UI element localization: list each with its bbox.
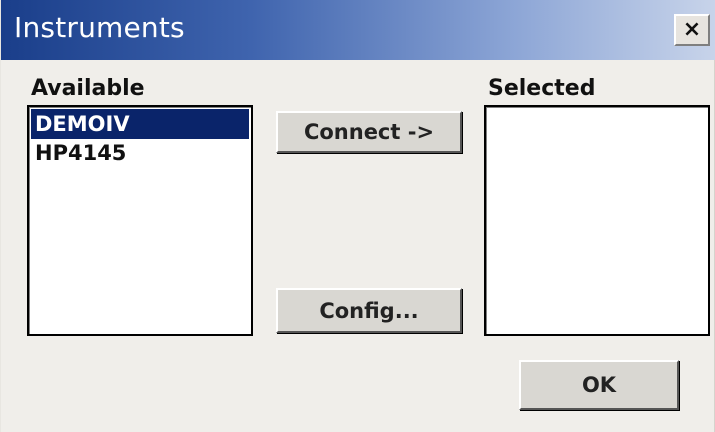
connect-button[interactable]: Connect -> (276, 111, 462, 153)
window-title: Instruments (14, 11, 185, 44)
instruments-dialog: Instruments × Available Selected DEMOIV … (0, 0, 715, 432)
list-item-demoiv[interactable]: DEMOIV (31, 109, 249, 139)
selected-label: Selected (488, 76, 596, 101)
ok-button[interactable]: OK (519, 360, 679, 410)
close-button[interactable]: × (674, 14, 710, 46)
config-button[interactable]: Config... (276, 288, 462, 333)
title-bar[interactable]: Instruments × (1, 0, 715, 60)
list-item-hp4145[interactable]: HP4145 (31, 138, 249, 168)
close-icon: × (682, 17, 702, 42)
available-listbox[interactable]: DEMOIV HP4145 (27, 105, 253, 336)
selected-listbox[interactable] (484, 105, 710, 336)
available-label: Available (31, 76, 145, 101)
